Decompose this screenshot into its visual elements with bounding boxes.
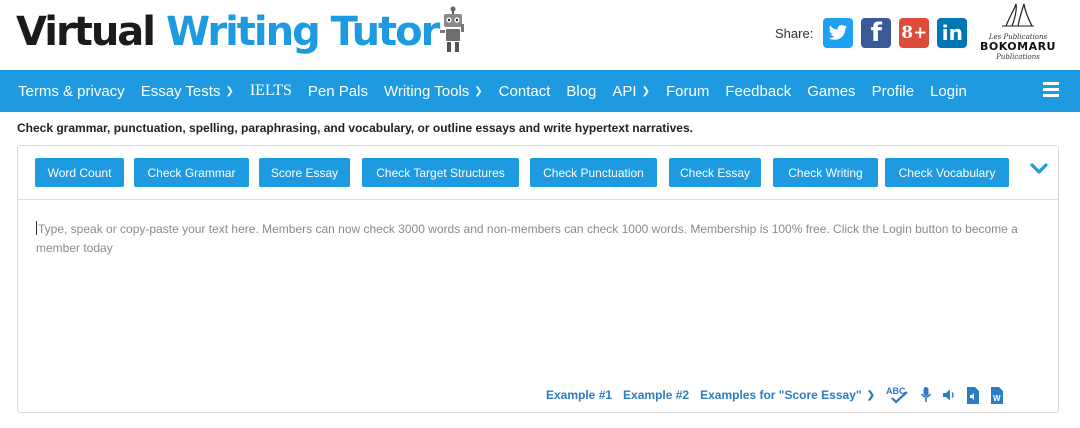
- page-tagline: Check grammar, punctuation, spelling, pa…: [17, 121, 693, 135]
- twitter-share-button[interactable]: [823, 18, 854, 48]
- speaker-icon[interactable]: [942, 388, 956, 402]
- share-label: Share:: [775, 25, 814, 41]
- nav-ielts[interactable]: IELTS: [250, 82, 292, 100]
- site-header: Virtual Writing Tutor Share: f 8+ in Les…: [0, 0, 1080, 70]
- chevron-down-icon: ❯: [474, 85, 483, 97]
- text-cursor: [36, 221, 37, 235]
- nav-login[interactable]: Login: [930, 83, 967, 100]
- nav-items: Terms & privacy Essay Tests ❯ IELTS Pen P…: [18, 70, 983, 112]
- audio-file-icon[interactable]: [966, 386, 980, 404]
- nav-profile[interactable]: Profile: [872, 83, 915, 100]
- check-toolbar: Word Count Check Grammar Score Essay Che…: [18, 146, 1058, 200]
- examples-score-essay-label: Examples for "Score Essay": [700, 388, 862, 402]
- editor-placeholder: Type, speak or copy-paste your text here…: [36, 222, 1018, 255]
- chevron-down-icon: ❯: [866, 389, 875, 401]
- check-grammar-button[interactable]: Check Grammar: [134, 158, 249, 187]
- spellcheck-icon[interactable]: ABC: [886, 385, 910, 405]
- score-essay-button[interactable]: Score Essay: [259, 158, 350, 187]
- nav-label: Profile: [871, 82, 915, 100]
- facebook-share-button[interactable]: f: [861, 18, 892, 48]
- nav-label: API: [612, 82, 637, 100]
- nav-label: Blog: [566, 82, 597, 100]
- nav-feedback[interactable]: Feedback: [725, 83, 791, 100]
- twitter-icon: [829, 25, 848, 40]
- linkedin-icon: in: [941, 21, 963, 45]
- nav-label: IELTS: [249, 82, 292, 99]
- microphone-icon[interactable]: [920, 386, 932, 404]
- nav-label: Games: [807, 82, 856, 100]
- publisher-name: BOKOMARU: [980, 40, 1056, 53]
- word-count-button[interactable]: Word Count: [35, 158, 124, 187]
- logo-text: Virtual Writing Tutor: [16, 4, 441, 60]
- nav-writing-tools[interactable]: Writing Tools ❯: [384, 83, 483, 100]
- robot-icon: [440, 6, 465, 52]
- check-writing-button[interactable]: Check Writing: [773, 158, 878, 187]
- check-punctuation-button[interactable]: Check Punctuation: [530, 158, 657, 187]
- nav-terms-privacy[interactable]: Terms & privacy: [18, 83, 125, 100]
- nav-label: Contact: [498, 82, 551, 100]
- check-vocabulary-button[interactable]: Check Vocabulary: [885, 158, 1009, 187]
- publisher-logo[interactable]: Les Publications BOKOMARU Publications: [978, 2, 1058, 66]
- nav-contact[interactable]: Contact: [499, 83, 551, 100]
- nav-games[interactable]: Games: [807, 83, 855, 100]
- nav-essay-tests[interactable]: Essay Tests ❯: [141, 83, 234, 100]
- facebook-icon: f: [870, 18, 882, 48]
- nav-label: Pen Pals: [307, 82, 368, 100]
- chevron-down-icon: ❯: [225, 85, 234, 97]
- expand-toolbar-chevron-down-icon[interactable]: [1030, 162, 1048, 176]
- google-plus-icon: 8+: [901, 23, 928, 43]
- site-logo[interactable]: Virtual Writing Tutor: [16, 4, 466, 60]
- logo-word-writing: Writing: [165, 9, 321, 55]
- nav-label: Feedback: [725, 82, 792, 100]
- nav-label: Essay Tests: [140, 82, 221, 100]
- nav-label: Terms & privacy: [18, 82, 125, 100]
- check-essay-button[interactable]: Check Essay: [669, 158, 761, 187]
- editor-footer-tools: Example #1 Example #2 Examples for "Scor…: [546, 384, 1014, 406]
- nav-pen-pals[interactable]: Pen Pals: [308, 83, 368, 100]
- share-bar: Share: f 8+ in: [775, 18, 975, 48]
- nav-label: Forum: [665, 82, 710, 100]
- logo-word-tutor: Tutor: [330, 9, 441, 55]
- publisher-emblem-icon: [1002, 3, 1034, 27]
- google-plus-share-button[interactable]: 8+: [899, 18, 930, 48]
- nav-label: Login: [930, 82, 967, 100]
- nav-api[interactable]: API ❯: [612, 83, 650, 100]
- main-navbar: Terms & privacy Essay Tests ❯ IELTS Pen P…: [0, 70, 1080, 112]
- editor-panel: Word Count Check Grammar Score Essay Che…: [17, 145, 1059, 413]
- check-target-structures-button[interactable]: Check Target Structures: [362, 158, 519, 187]
- publisher-line-3: Publications: [996, 53, 1040, 61]
- essay-text-area[interactable]: Type, speak or copy-paste your text here…: [36, 220, 1046, 258]
- nav-label: Writing Tools: [383, 82, 470, 100]
- word-document-icon[interactable]: W: [990, 386, 1004, 404]
- linkedin-share-button[interactable]: in: [937, 18, 968, 48]
- chevron-down-icon: ❯: [641, 85, 650, 97]
- logo-word-virtual: Virtual: [16, 9, 156, 55]
- nav-blog[interactable]: Blog: [566, 83, 596, 100]
- hamburger-menu-icon[interactable]: [1043, 82, 1059, 100]
- examples-score-essay-dropdown[interactable]: Examples for "Score Essay" ❯: [700, 388, 875, 402]
- nav-forum[interactable]: Forum: [666, 83, 709, 100]
- word-document-label: W: [993, 394, 1001, 403]
- example-1-link[interactable]: Example #1: [546, 388, 612, 402]
- example-2-link[interactable]: Example #2: [623, 388, 689, 402]
